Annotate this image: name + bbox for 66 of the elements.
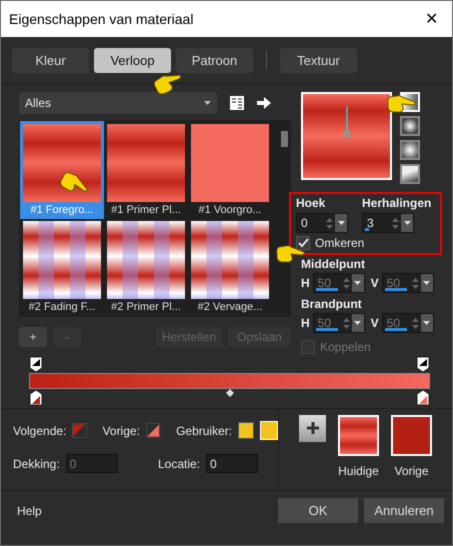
previous-swatch[interactable] <box>146 423 160 438</box>
user-color-swatch[interactable] <box>260 421 278 440</box>
location-field[interactable]: 0 <box>206 454 258 473</box>
cancel-button[interactable]: Annuleren <box>364 498 444 523</box>
spinner-arrows-icon[interactable] <box>392 216 399 230</box>
ok-button[interactable]: OK <box>278 498 358 523</box>
plus-icon <box>306 420 320 434</box>
color-stop-icon <box>29 389 43 406</box>
angle-handle-icon[interactable] <box>342 106 350 138</box>
gradient-thumbnail[interactable]: #2 Vervage... <box>188 218 272 316</box>
dropdown-arrow-icon <box>204 101 211 105</box>
window-title: Eigenschappen van materiaal <box>9 11 194 27</box>
gradient-style-button[interactable] <box>400 164 420 184</box>
invert-checkbox[interactable] <box>296 236 310 250</box>
color-stop-icon <box>29 356 43 373</box>
tab[interactable]: Verloop <box>94 48 171 73</box>
user-label: Gebruiker: <box>176 424 232 438</box>
help-link[interactable]: Help <box>17 504 42 518</box>
user-swatch[interactable] <box>238 422 254 439</box>
center-label: Middelpunt <box>301 257 366 271</box>
location-label: Locatie: <box>158 456 200 470</box>
number-field[interactable]: 3 <box>362 213 414 233</box>
gradient-thumbnail[interactable]: #2 Primer Pl... <box>104 218 188 316</box>
opacity-label: Dekking: <box>13 456 60 470</box>
gradient-preview[interactable] <box>301 92 392 180</box>
link-label: Koppelen <box>320 340 371 354</box>
v-label: V <box>370 276 379 290</box>
dropdown-arrow-icon <box>354 281 362 285</box>
dropdown-arrow-icon <box>338 221 344 225</box>
focal-label: Brandpunt <box>301 297 363 311</box>
current-label: Huidige <box>338 464 379 478</box>
add-button[interactable] <box>299 415 326 442</box>
gradient-style-button[interactable] <box>400 140 420 160</box>
spinner-arrows-icon[interactable] <box>326 216 333 230</box>
color-stop-icon <box>416 389 430 406</box>
category-dropdown[interactable]: Alles <box>19 92 217 114</box>
list-view-icon[interactable] <box>229 95 245 111</box>
h-label: H <box>301 316 310 330</box>
arrow-right-icon[interactable] <box>257 97 271 109</box>
previous-label: Vorige: <box>102 424 140 438</box>
gradient-thumbnail[interactable]: #1 Voorgro... <box>188 121 272 219</box>
color-stop-icon <box>416 356 430 373</box>
gradient-style-button[interactable] <box>400 116 420 136</box>
next-label: Volgende: <box>13 424 66 438</box>
close-button[interactable]: ✕ <box>419 9 444 29</box>
tab[interactable]: Patroon <box>176 48 253 73</box>
invert-label: Omkeren <box>315 236 364 250</box>
tab[interactable]: Kleur <box>12 48 89 73</box>
previous-gradient-swatch[interactable] <box>391 415 432 456</box>
next-swatch[interactable] <box>72 423 87 438</box>
pointing-hand-icon <box>386 94 416 114</box>
dropdown-arrow-icon <box>354 321 362 325</box>
repeats-label: Herhalingen <box>362 196 432 210</box>
number-field[interactable]: 0 <box>296 213 348 233</box>
dropdown-arrow-icon <box>423 281 430 285</box>
gallery-button[interactable]: + <box>19 327 47 347</box>
angle-label: Hoek <box>296 196 326 210</box>
h-label: H <box>301 276 310 290</box>
v-label: V <box>370 316 379 330</box>
dropdown-arrow-icon <box>404 221 410 225</box>
gradient-thumbnail[interactable]: #2 Fading F... <box>20 218 104 316</box>
previous-gradient-label: Vorige <box>394 464 429 478</box>
tab[interactable]: Textuur <box>280 48 357 73</box>
gradient-thumbnail[interactable]: #1 Primer Pl... <box>104 121 188 219</box>
current-swatch[interactable] <box>338 415 379 456</box>
dropdown-arrow-icon <box>423 321 430 325</box>
